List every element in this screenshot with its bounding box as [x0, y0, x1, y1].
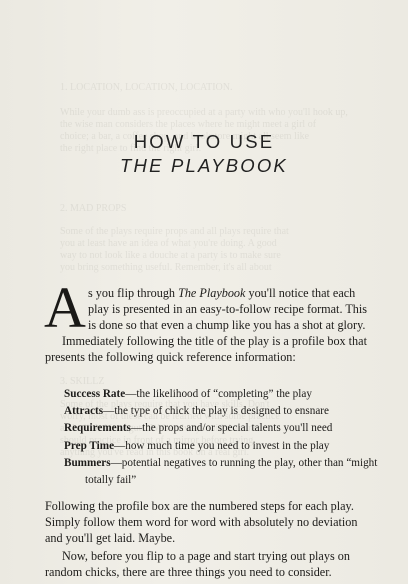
chapter-title-line1: HOW TO USE	[133, 131, 275, 152]
chapter-title-line2: THE PLAYBOOK	[120, 155, 288, 176]
definition-item: Requirements—the props and/or special ta…	[64, 420, 384, 437]
definition-continuation: totally fail”	[85, 474, 137, 487]
definition-item: Attracts—the type of chick the play is d…	[64, 403, 384, 420]
intro-text: you'll notice that each	[245, 286, 356, 300]
definition-item: Success Rate—the likelihood of “completi…	[64, 386, 384, 403]
profile-box-paragraph: Following the profile box are the number…	[45, 498, 380, 546]
book-page: 1. LOCATION, LOCATION, LOCATION. While y…	[0, 0, 408, 584]
definition-term: Requirements	[64, 422, 131, 435]
profile-definitions-list: Success Rate—the likelihood of “completi…	[64, 386, 384, 489]
bleed-through-text: 1. LOCATION, LOCATION, LOCATION.	[60, 82, 233, 93]
intro-text: s you flip through	[88, 286, 179, 300]
paragraph-line: Following the profile box are the number…	[45, 499, 354, 513]
bleed-through-text: you bring something useful. Remember, it…	[60, 262, 272, 273]
paragraph-line: Simply follow them word for word with ab…	[45, 515, 358, 529]
closing-paragraph: Now, before you flip to a page and start…	[45, 548, 380, 580]
definition-item: Bummers—potential negatives to running t…	[64, 455, 384, 472]
intro-line: Immediately following the title of the p…	[62, 334, 367, 348]
intro-line: s you flip through The Playbook you'll n…	[88, 285, 378, 301]
intro-paragraph: s you flip through The Playbook you'll n…	[88, 285, 378, 317]
paragraph-line: random chicks, there are three things yo…	[45, 565, 332, 579]
paragraph-line: and you'll get laid. Maybe.	[45, 531, 176, 545]
paragraph-line: Now, before you flip to a page and start…	[62, 549, 350, 563]
bleed-through-text: way to not look like a douche at a party…	[60, 250, 281, 261]
definition-desc: —the type of chick the play is designed …	[103, 405, 329, 418]
intro-line: play is presented in an easy-to-follow r…	[88, 302, 367, 316]
bleed-through-text: the wise man considers the places where …	[60, 119, 317, 130]
definition-desc: —the likelihood of “completing” the play	[125, 388, 312, 400]
intro-paragraph-continued: is done so that even a chump like you ha…	[45, 317, 380, 365]
definition-desc: —how much time you need to invest in the…	[114, 439, 330, 452]
intro-line: presents the following quick reference i…	[45, 350, 296, 364]
definition-term: Bummers	[64, 456, 111, 469]
definition-term: Prep Time	[64, 439, 115, 452]
chapter-title: HOW TO USE THE PLAYBOOK	[0, 131, 408, 177]
definition-term: Attracts	[64, 405, 104, 418]
definition-desc: —the props and/or special talents you'll…	[130, 422, 333, 435]
definition-term: Success Rate	[64, 388, 126, 400]
bleed-through-text: Some of the plays require props and all …	[60, 226, 289, 237]
definition-item: Prep Time—how much time you need to inve…	[64, 438, 384, 455]
bleed-through-text: 2. MAD PROPS	[60, 203, 127, 214]
bleed-through-text: While your dumb ass is preoccupied at a …	[60, 107, 348, 118]
definition-desc: —potential negatives to running the play…	[110, 456, 378, 469]
intro-line: is done so that even a chump like you ha…	[88, 318, 366, 332]
bleed-through-text: you at least have an idea of what you're…	[60, 238, 277, 249]
book-title-italic: The Playbook	[178, 286, 246, 300]
